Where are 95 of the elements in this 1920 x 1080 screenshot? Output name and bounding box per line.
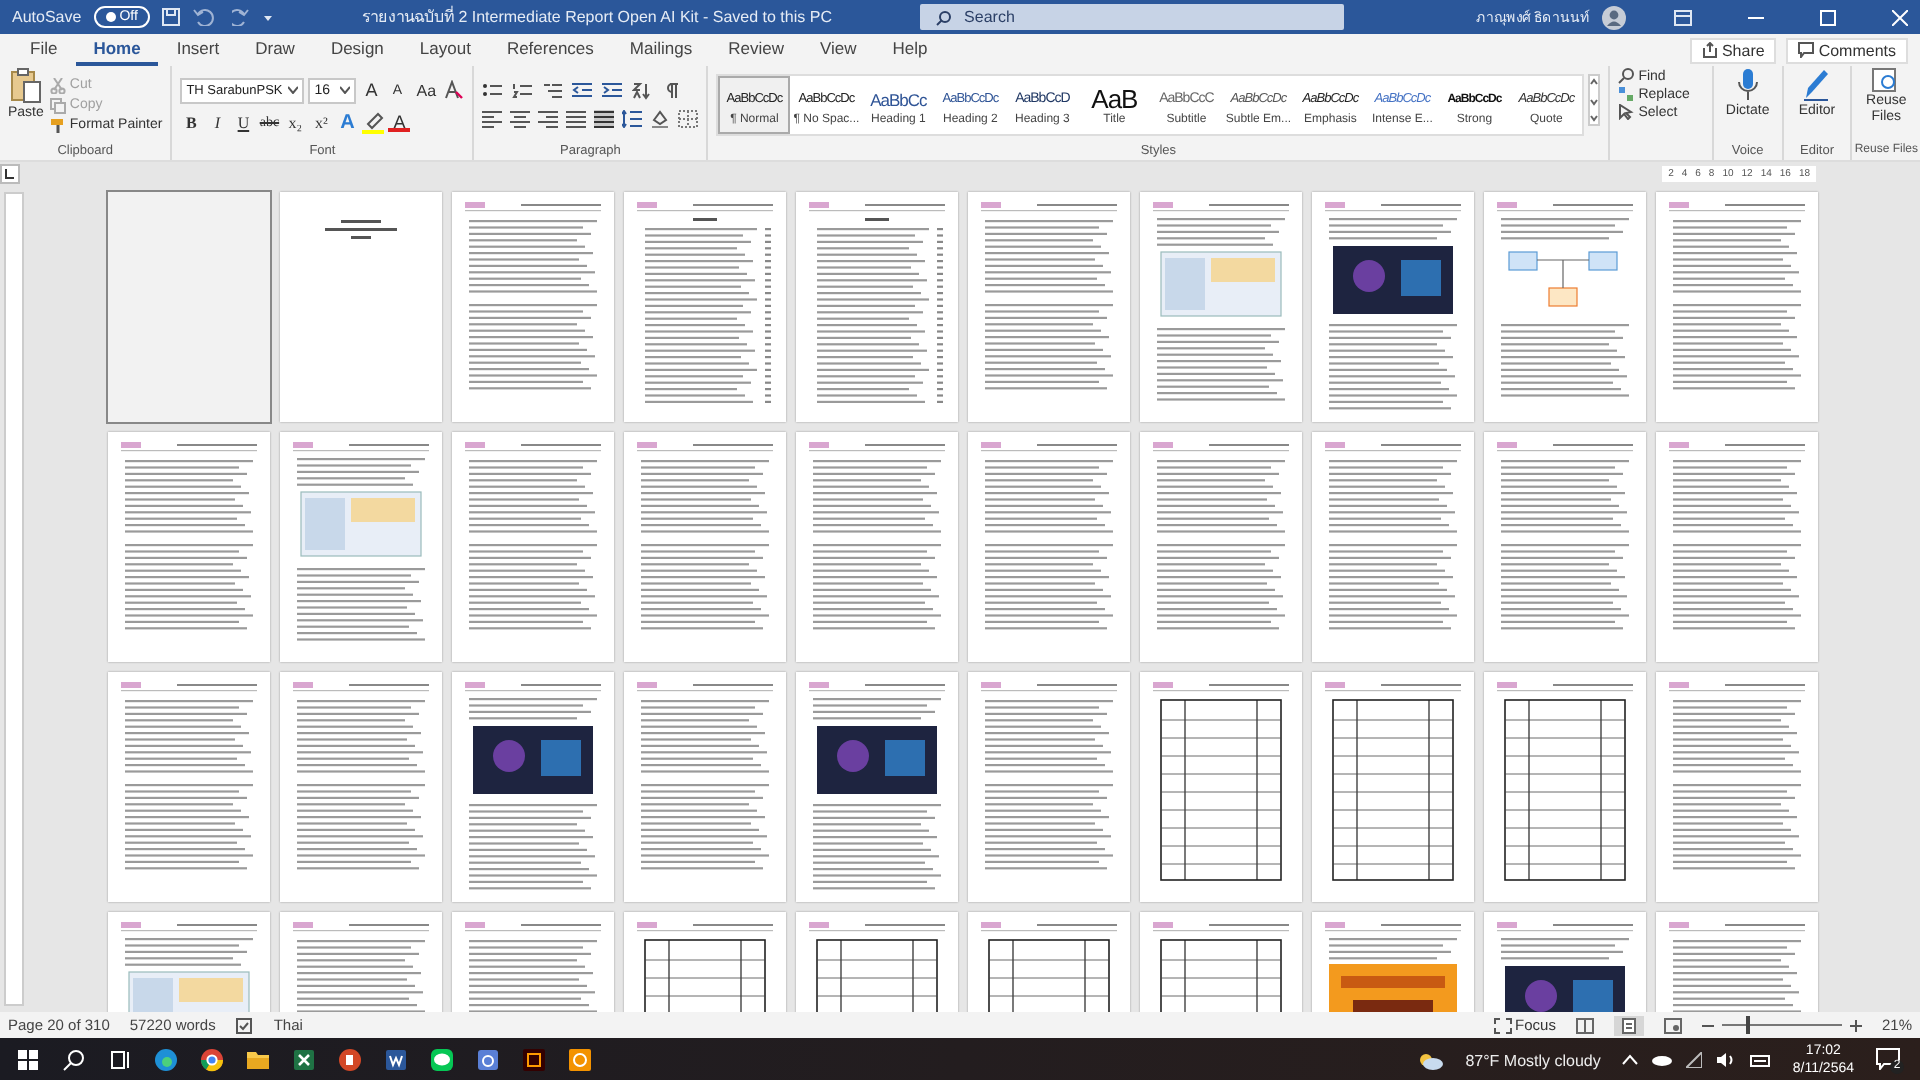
avatar-icon[interactable]: [1602, 5, 1626, 29]
focus-icon: [1493, 1017, 1512, 1033]
paragraph-mark-icon[interactable]: [662, 82, 683, 100]
align-left-icon[interactable]: [482, 110, 503, 128]
search-icon[interactable]: [62, 1048, 86, 1072]
caret-icon: [288, 86, 299, 94]
menu-tab[interactable]: File: [12, 34, 76, 66]
pen-icon: [1802, 68, 1831, 102]
document-title: รายงานฉบับที่ 2 Intermediate Report Open AI Kit - Saved to this PC: [359, 4, 834, 30]
design-app-icon[interactable]: [522, 1048, 546, 1072]
read-mode-icon[interactable]: [1575, 1017, 1594, 1033]
microphone-icon: [1737, 68, 1758, 102]
keyboard-icon[interactable]: [1750, 1052, 1771, 1068]
menu-tab[interactable]: Help: [874, 34, 946, 66]
page-drawing[interactable]: [1312, 192, 1474, 422]
comments-button[interactable]: Comments: [1786, 37, 1908, 63]
close-icon[interactable]: [1892, 9, 1908, 25]
align-center-icon[interactable]: [510, 110, 531, 128]
menu-tab[interactable]: Insert: [158, 34, 238, 66]
gallery-scroll-icon[interactable]: [1588, 68, 1601, 126]
zoom-out-icon[interactable]: [1701, 1019, 1714, 1031]
network-icon[interactable]: [1686, 1052, 1703, 1068]
paintbrush-icon: [49, 117, 66, 133]
page-drawing[interactable]: [1140, 672, 1302, 902]
windows-icon[interactable]: [16, 1048, 40, 1072]
caret-icon: [340, 86, 351, 94]
page-drawing[interactable]: [796, 672, 958, 902]
menu-tab[interactable]: Review: [710, 34, 802, 66]
format-button[interactable]: x₂: [284, 111, 307, 133]
scissors-icon: [49, 77, 66, 93]
format-button[interactable]: U: [232, 111, 255, 133]
page-drawing[interactable]: [1484, 672, 1646, 902]
app-icon[interactable]: [476, 1048, 500, 1072]
zoom-in-icon[interactable]: [1849, 1019, 1862, 1031]
undo-icon[interactable]: [191, 8, 220, 26]
cloud-storage-icon[interactable]: [1652, 1054, 1673, 1066]
distributed-icon[interactable]: [594, 110, 615, 128]
speaker-icon[interactable]: [1716, 1052, 1737, 1068]
highlighter-icon[interactable]: [362, 111, 385, 133]
share-icon: [1701, 42, 1718, 58]
chevron-up-icon[interactable]: [1622, 1054, 1639, 1066]
shading-icon[interactable]: [650, 110, 671, 128]
task-view-icon[interactable]: [108, 1048, 132, 1072]
find-icon: [1618, 68, 1635, 84]
replace-icon: [1618, 86, 1635, 102]
autosave-label: AutoSave: [12, 8, 82, 26]
format-button[interactable]: I: [206, 111, 229, 133]
format-button[interactable]: B: [180, 111, 203, 133]
change-case-button[interactable]: Aa: [412, 79, 441, 101]
page-drawing[interactable]: [452, 672, 614, 902]
menu-tab[interactable]: Draw: [237, 34, 313, 66]
zoom-slider-thumb[interactable]: [1745, 1016, 1750, 1034]
weather-text[interactable]: 87°F Mostly cloudy: [1465, 1051, 1601, 1069]
cloud-icon[interactable]: [1417, 1051, 1444, 1069]
browser-icon[interactable]: [154, 1048, 178, 1072]
menu-tab[interactable]: Layout: [401, 34, 489, 66]
font-color-button[interactable]: A: [388, 112, 411, 132]
share-button[interactable]: Share: [1689, 37, 1777, 63]
sort-icon[interactable]: [632, 82, 653, 100]
increase-indent-icon[interactable]: [602, 82, 623, 100]
save-icon[interactable]: [161, 8, 180, 26]
cursor-icon: [1618, 104, 1635, 120]
menu-tab[interactable]: Design: [312, 34, 402, 66]
menu-tab[interactable]: View: [801, 34, 875, 66]
line-spacing-icon[interactable]: [622, 110, 643, 128]
editor-app-icon[interactable]: [568, 1048, 592, 1072]
grow-font-button[interactable]: A: [360, 79, 383, 101]
word-processor-icon[interactable]: [384, 1048, 408, 1072]
multilevel-list-icon[interactable]: [542, 82, 563, 100]
numbering-icon[interactable]: [512, 82, 533, 100]
tab-selector-icon[interactable]: [0, 164, 20, 184]
spreadsheet-icon[interactable]: [292, 1048, 316, 1072]
text-effects-button[interactable]: A: [336, 111, 359, 133]
comment-icon: [1798, 42, 1815, 58]
page-drawing[interactable]: [1312, 672, 1474, 902]
presentation-icon[interactable]: [338, 1048, 362, 1072]
chat-app-icon[interactable]: [430, 1048, 454, 1072]
justify-icon[interactable]: [566, 110, 587, 128]
format-button[interactable]: x²: [310, 111, 333, 133]
borders-icon[interactable]: [678, 110, 699, 128]
maximize-icon[interactable]: [1820, 9, 1836, 25]
align-right-icon[interactable]: [538, 110, 559, 128]
redo-icon[interactable]: [231, 8, 250, 26]
copy-icon: [49, 97, 66, 113]
bullets-icon[interactable]: [482, 82, 503, 100]
clear-formatting-icon[interactable]: [444, 80, 465, 100]
web-layout-icon[interactable]: [1663, 1017, 1682, 1033]
proofing-icon[interactable]: [235, 1017, 254, 1033]
ribbon-display-icon[interactable]: [1674, 9, 1692, 25]
decrease-indent-icon[interactable]: [572, 82, 593, 100]
menu-tab[interactable]: References: [488, 34, 612, 66]
search-field[interactable]: Search: [920, 4, 1345, 30]
folder-icon[interactable]: [246, 1048, 270, 1072]
print-layout-icon[interactable]: [1621, 1017, 1636, 1033]
menu-tab[interactable]: Mailings: [611, 34, 711, 66]
